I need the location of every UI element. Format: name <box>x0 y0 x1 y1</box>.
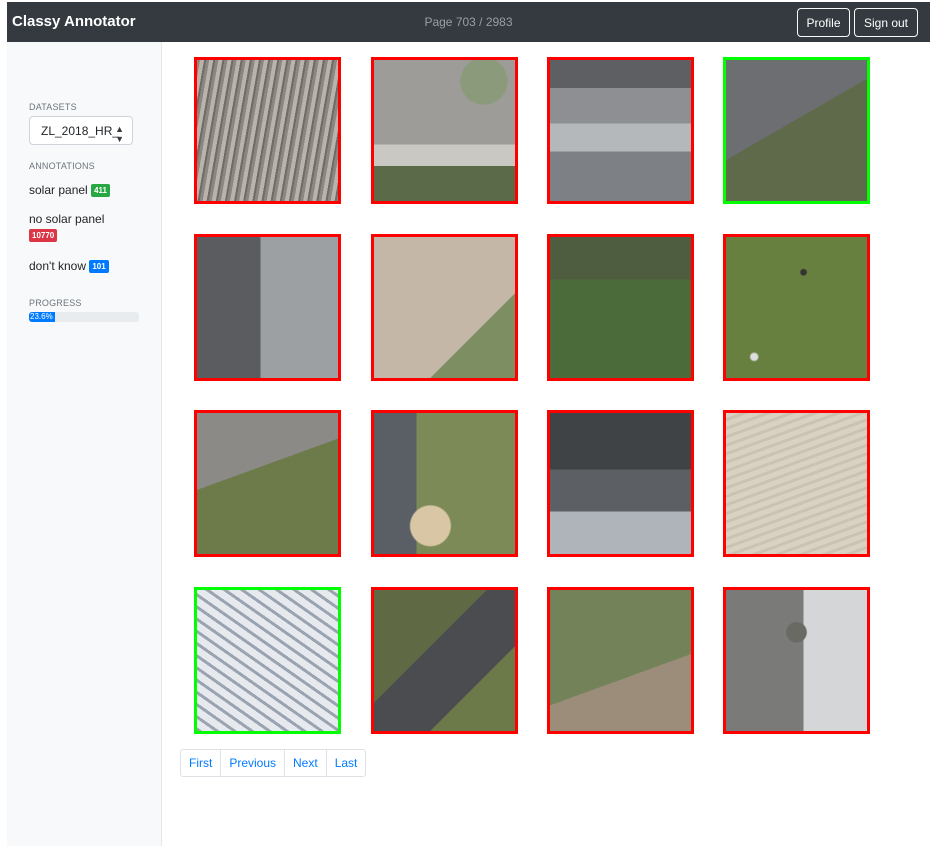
aerial-image <box>374 237 515 378</box>
aerial-image <box>726 237 867 378</box>
image-tile[interactable] <box>723 587 870 734</box>
pagination-previous[interactable]: Previous <box>221 750 286 776</box>
dataset-select-value: ZL_2018_HR_ <box>41 123 120 138</box>
image-tile[interactable] <box>371 234 518 381</box>
aerial-image <box>550 60 691 201</box>
image-tile[interactable] <box>194 410 341 557</box>
image-tile[interactable] <box>547 410 694 557</box>
pagination-next[interactable]: Next <box>285 750 327 776</box>
aerial-image <box>550 413 691 554</box>
pagination-first[interactable]: First <box>181 750 222 776</box>
image-tile[interactable] <box>371 587 518 734</box>
sidebar: DATASETS ZL_2018_HR_ ▲ ▼ ANNOTATIONS sola… <box>7 42 162 846</box>
select-arrows-icon: ▲ ▼ <box>115 124 124 144</box>
aerial-image <box>550 590 691 731</box>
top-navbar: Classy Annotator Page 703 / 2983 Profile… <box>7 2 930 42</box>
pagination: First Previous Next Last <box>180 749 367 777</box>
aerial-image <box>374 590 515 731</box>
image-tile[interactable] <box>371 57 518 204</box>
image-tile[interactable] <box>723 410 870 557</box>
annotation-count-badge: 101 <box>89 260 109 273</box>
image-tile[interactable] <box>547 57 694 204</box>
datasets-heading: DATASETS <box>29 102 77 112</box>
aerial-image <box>197 237 338 378</box>
aerial-image <box>726 590 867 731</box>
aerial-image <box>374 60 515 201</box>
pagination-last[interactable]: Last <box>327 750 366 776</box>
image-tile[interactable] <box>547 587 694 734</box>
progress-heading: PROGRESS <box>29 298 82 308</box>
image-tile[interactable] <box>723 234 870 381</box>
annotation-label: don't know <box>29 259 86 273</box>
annotation-count-badge: 411 <box>91 184 110 197</box>
image-tile[interactable] <box>194 234 341 381</box>
dataset-select[interactable]: ZL_2018_HR_ ▲ ▼ <box>29 116 133 145</box>
annotation-solar-panel[interactable]: solar panel 411 <box>29 183 110 197</box>
annotation-count-badge: 10770 <box>29 229 58 242</box>
annotation-label: solar panel <box>29 183 88 197</box>
image-tile[interactable] <box>547 234 694 381</box>
annotation-label: no solar panel <box>29 212 105 226</box>
aerial-image <box>197 60 338 201</box>
aerial-image <box>374 413 515 554</box>
aerial-image <box>197 590 338 731</box>
annotation-dont-know[interactable]: don't know 101 <box>29 259 109 273</box>
image-tile[interactable] <box>723 57 870 204</box>
image-tile[interactable] <box>371 410 518 557</box>
annotations-heading: ANNOTATIONS <box>29 161 95 171</box>
image-tile[interactable] <box>194 57 341 204</box>
page-indicator: Page 703 / 2983 <box>424 15 513 29</box>
aerial-image <box>197 413 338 554</box>
aerial-image <box>550 237 691 378</box>
profile-button[interactable]: Profile <box>797 8 850 37</box>
image-tile[interactable] <box>194 587 341 734</box>
progress-bar-fill: 23.6% <box>29 312 55 322</box>
annotation-no-solar-panel[interactable]: no solar panel 10770 <box>29 212 104 242</box>
aerial-image <box>726 413 867 554</box>
aerial-image <box>726 60 867 201</box>
progress-bar-track: 23.6% <box>29 312 139 322</box>
sign-out-button[interactable]: Sign out <box>854 8 918 37</box>
